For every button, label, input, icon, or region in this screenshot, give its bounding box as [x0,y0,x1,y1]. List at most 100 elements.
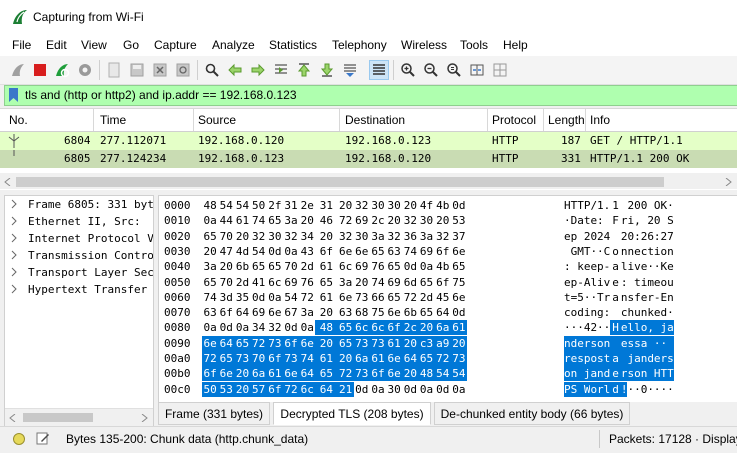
menu-tools[interactable]: Tools [460,38,488,52]
bytes-row: 0070 63 6f 64 69 6e 67 3a 20 63 68 75 6e 6b 65 64 0d c o d i… [159,305,737,320]
col-header-time[interactable]: Time [100,113,126,127]
bytes-hex[interactable]: 63 6f 64 69 6e 67 3a 20 63 68 75 6e 6b 65 64 0d [202,305,467,320]
packet-row[interactable]: 6804 277.112071 192.168.0.120 192.168.0.… [0,132,737,150]
bytes-ascii[interactable]: on janderson HTT [564,366,674,382]
open-file-icon[interactable] [105,61,123,79]
bytes-hex[interactable]: 65 70 20 32 30 32 34 20 32 30 3a 32 36 3a 32 37 [202,229,467,244]
packet-list-hscrollbar[interactable] [0,173,737,189]
bytes-hex[interactable]: 0a 0d 0a 34 32 0d 0a 48 65 6c 6c 6f 2c 20 6a 61 [202,320,467,336]
bytes-hex[interactable]: 74 3d 35 0d 0a 54 72 61 6e 73 66 65 72 2d 45 6e [202,290,467,305]
col-header-length[interactable]: Length [548,113,584,127]
find-packet-search-icon[interactable] [203,61,221,79]
bytes-ascii[interactable]: · Da t e: Fri, 20 S [564,213,674,228]
packet-length: 331 [561,152,581,165]
bytes-ascii[interactable]: PS Wo r l d! · · 0 · · · · [564,381,674,397]
bytes-row: 0080 0a 0d 0a 34 32 0d 0a 48 65 6c 6c 6f 2c 20 6a 61 · · · 4… [159,320,737,336]
chevron-right-icon[interactable] [9,284,19,294]
menu-view[interactable]: View [81,38,107,52]
bytes-hex[interactable]: 3a 20 6b 65 65 70 2d 61 6c 69 76 65 0d 0a 4b 65 [202,259,467,274]
scroll-thumb[interactable] [23,413,93,422]
menu-statistics[interactable]: Statistics [269,38,317,52]
go-to-packet-icon[interactable] [272,61,290,79]
chevron-right-icon[interactable] [9,199,19,209]
bytes-ascii[interactable]: coding: c h u n k e d · [564,305,674,320]
chevron-right-icon[interactable] [9,233,19,243]
bytes-hex[interactable]: 65 70 2d 41 6c 69 76 65 3a 20 74 69 6d 65 6f 75 [202,275,467,290]
normal-size-icon[interactable] [445,61,463,79]
menu-telephony[interactable]: Telephony [332,38,387,52]
scroll-left-icon[interactable] [4,178,11,186]
colorize-list-icon[interactable] [369,60,389,80]
bytes-hex[interactable]: 72 65 73 70 6f 73 74 61 20 6a 61 6e 64 65 72 73 [202,351,467,366]
bytes-ascii[interactable]: ep-Alive: timeou [564,275,674,290]
display-filter-input[interactable] [25,87,725,102]
scroll-thumb[interactable] [16,177,664,187]
bytes-hex[interactable]: 50 53 20 57 6f 72 6c 64 21 0d 0a 30 0d 0a 0d 0a [202,381,467,397]
bytes-row: 0010 0a 44 61 74 65 3a 20 46 72 69 2c 20 32 30 20 53 · Da t… [159,213,737,228]
menu-go[interactable]: Go [123,38,139,52]
scroll-right-icon[interactable] [725,178,732,186]
related-packet-request-icon [8,134,20,148]
scroll-right-icon[interactable] [141,414,148,422]
bytes-hex[interactable]: 6f 6e 20 6a 61 6e 64 65 72 73 6f 6e 20 48 54 54 [202,366,467,382]
close-file-icon[interactable] [151,61,169,79]
tab-dechunked-body[interactable]: De-chunked entity body (66 bytes) [434,402,630,425]
auto-scroll-icon[interactable] [341,61,359,79]
expert-info-led-icon[interactable] [13,433,25,445]
menu-analyze[interactable]: Analyze [212,38,255,52]
bytes-offset: 0010 [164,214,191,228]
bytes-ascii[interactable]: nderson essa · · [564,335,674,351]
bytes-hex[interactable]: 6e 64 65 72 73 6f 6e 20 65 73 73 61 20 c3 a9 20 [202,335,467,351]
bytes-ascii[interactable]: ep 2024 20:26:27 [564,229,674,244]
tab-decrypted-tls[interactable]: Decrypted TLS (208 bytes) [273,402,431,425]
menu-help[interactable]: Help [503,38,528,52]
bytes-ascii[interactable]: resposta janders [564,351,674,366]
bytes-hex[interactable]: 0a 44 61 74 65 3a 20 46 72 69 2c 20 32 30 20 53 [202,213,467,228]
edit-comment-pencil-icon[interactable] [36,431,50,445]
go-first-packet-icon[interactable] [295,61,313,79]
menu-capture[interactable]: Capture [154,38,197,52]
col-header-source[interactable]: Source [198,113,236,127]
packet-no: 6804 [64,134,91,147]
packet-bytes-pane[interactable]: 0000 48 54 54 50 2f 31 2e 31 20 32 30 30 20 4f 4b 0d H T T P… [158,195,737,403]
col-header-info[interactable]: Info [590,113,610,127]
bytes-row: 0030 20 47 4d 54 0d 0a 43 6f 6e 6e 65 63 74 69 6f 6e GMT… [159,244,737,259]
zoom-out-icon[interactable] [422,61,440,79]
bytes-hex[interactable]: 48 54 54 50 2f 31 2e 31 20 32 30 30 20 4f 4b 0d [202,198,467,213]
go-forward-arrow-icon[interactable] [249,61,267,79]
start-capture-fin-icon[interactable] [9,61,27,79]
packet-info: HTTP/1.1 200 OK [590,152,690,165]
bytes-ascii[interactable]: · · · 4 2 · · He l l o, ja [564,320,674,336]
col-header-destination[interactable]: Destination [345,113,405,127]
chevron-right-icon[interactable] [9,216,19,226]
resize-columns-icon[interactable] [468,61,486,79]
layout-grid-icon[interactable] [491,61,509,79]
chevron-right-icon[interactable] [9,250,19,260]
packet-row-selected[interactable]: 6805 277.124234 192.168.0.123 192.168.0.… [0,150,737,168]
menu-file[interactable]: File [12,38,31,52]
bytes-ascii[interactable]: t = 5 · · Tr a n s f e r - En [564,290,674,305]
scroll-left-icon[interactable] [9,414,16,422]
capture-options-gear-icon[interactable] [76,61,94,79]
restart-capture-icon[interactable] [53,61,71,79]
stop-capture-icon[interactable] [31,61,49,79]
col-header-no[interactable]: No. [9,113,28,127]
go-back-arrow-icon[interactable] [226,61,244,79]
menu-edit[interactable]: Edit [46,38,67,52]
bytes-ascii[interactable]: H T T P/1. 1 200 O K · [564,198,674,213]
bytes-ascii[interactable]: : k e e p - a l i v e · · Ke [564,259,674,274]
pane-splitter[interactable] [0,190,737,194]
bytes-hex[interactable]: 20 47 4d 54 0d 0a 43 6f 6e 6e 65 63 74 69 6f 6e [202,244,467,259]
zoom-in-icon[interactable] [399,61,417,79]
go-last-packet-icon[interactable] [318,61,336,79]
reload-file-icon[interactable] [174,61,192,79]
col-header-protocol[interactable]: Protocol [492,113,536,127]
tab-frame[interactable]: Frame (331 bytes) [158,402,270,425]
bookmark-icon[interactable] [9,88,18,102]
menu-wireless[interactable]: Wireless [401,38,447,52]
tree-hscrollbar[interactable] [5,408,153,426]
bytes-ascii[interactable]: G M T · · Co n n e c t i o n [564,244,674,259]
packet-time: 277.112071 [100,134,167,147]
save-file-icon[interactable] [128,61,146,79]
chevron-right-icon[interactable] [9,267,19,277]
